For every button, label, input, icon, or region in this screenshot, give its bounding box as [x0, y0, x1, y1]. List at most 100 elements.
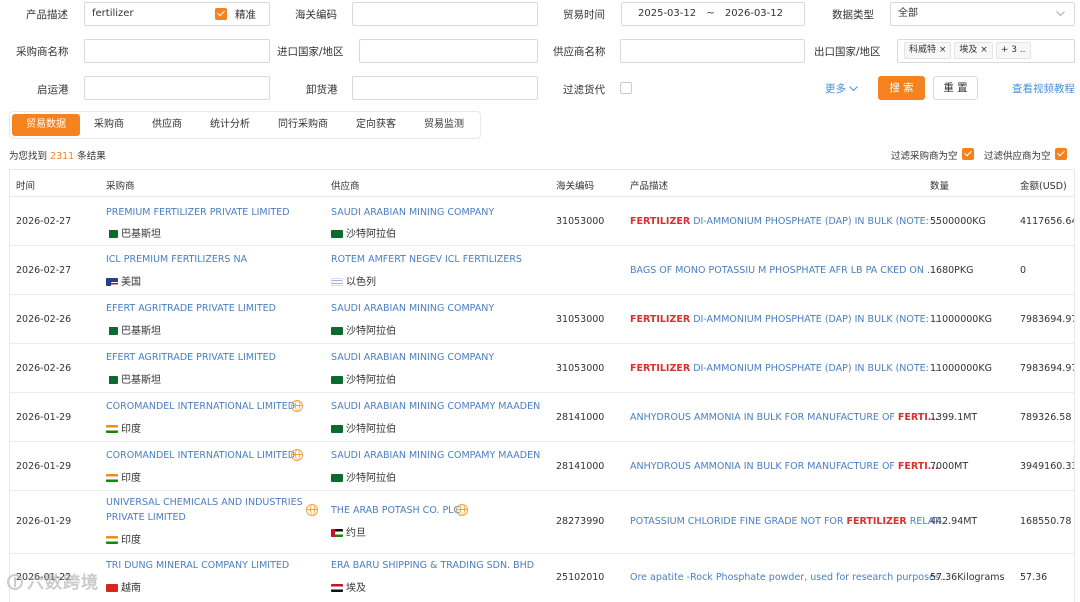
export-country-more-tag[interactable]: + 3 .. [995, 41, 1031, 59]
table-row[interactable]: 2026-01-22 TRI DUNG MINERAL COMPANY LIMI… [10, 555, 1074, 602]
tab-statistics[interactable]: 统计分析 [196, 114, 264, 136]
table-row[interactable]: 2026-02-26 EFERT AGRITRADE PRIVATE LIMIT… [10, 296, 1074, 344]
video-tutorial-link[interactable]: 查看视频教程 [1012, 81, 1075, 96]
buyer-link[interactable]: UNIVERSAL CHEMICALS AND INDUSTRIES [106, 497, 303, 508]
buyer-name-input[interactable] [84, 39, 270, 63]
row-quantity: 442.94MT [930, 516, 978, 527]
buyer-link[interactable]: TRI DUNG MINERAL COMPANY LIMITED [106, 560, 289, 571]
supplier-link[interactable]: SAUDI ARABIAN MINING COMPANY [331, 207, 494, 218]
export-country-select[interactable]: 科威特 × 埃及 × + 3 .. [897, 39, 1075, 63]
product-desc-link[interactable]: FERTILIZER DI-AMMONIUM PHOSPHATE (DAP) I… [630, 314, 941, 325]
saudi-flag-icon [331, 230, 343, 238]
data-type-label: 数据类型 [832, 9, 874, 21]
row-amount: 3949160.33 [1020, 461, 1075, 472]
supplier-link[interactable]: ERA BARU SHIPPING & TRADING SDN. BHD [331, 560, 534, 571]
tab-buyers[interactable]: 采购商 [80, 114, 138, 136]
product-desc-label: 产品描述 [26, 9, 68, 21]
import-country-select[interactable] [359, 39, 538, 63]
website-globe-icon[interactable] [306, 504, 318, 516]
table-row[interactable]: 2026-01-29 COROMANDEL INTERNATIONAL LIMI… [10, 443, 1074, 491]
row-date: 2026-02-27 [16, 265, 72, 276]
supplier-link[interactable]: SAUDI ARABIAN MINING COMPAMY MAADEN [331, 450, 540, 461]
supplier-country: 沙特阿拉伯 [331, 371, 396, 386]
supplier-country: 沙特阿拉伯 [331, 225, 396, 240]
buyer-country-name: 巴基斯坦 [121, 229, 161, 240]
usa-flag-icon [106, 278, 118, 286]
supplier-country-name: 沙特阿拉伯 [346, 229, 396, 240]
tab-trade-data[interactable]: 贸易数据 [12, 114, 80, 136]
buyer-link[interactable]: PREMIUM FERTILIZER PRIVATE LIMITED [106, 207, 290, 218]
date-start: 2025-03-12 [638, 8, 697, 19]
table-row[interactable]: 2026-02-26 EFERT AGRITRADE PRIVATE LIMIT… [10, 345, 1074, 393]
tab-peer-buyers[interactable]: 同行采购商 [264, 114, 342, 136]
product-desc-link[interactable]: POTASSIUM CHLORIDE FINE GRADE NOT FOR FE… [630, 516, 947, 527]
watermark-text: 六数跨境 [27, 573, 99, 593]
buyer-link[interactable]: COROMANDEL INTERNATIONAL LIMITED [106, 401, 295, 412]
product-desc-link[interactable]: BAGS OF MONO POTASSIU M PHOSPHATE AFR LB… [630, 265, 936, 276]
product-desc-link[interactable]: FERTILIZER DI-AMMONIUM PHOSPHATE (DAP) I… [630, 363, 941, 374]
dest-port-label: 卸货港 [306, 84, 338, 96]
origin-port-label: 启运港 [37, 84, 69, 96]
buyer-country: 美国 [106, 273, 141, 288]
hs-code-input[interactable] [352, 2, 538, 26]
table-row[interactable]: 2026-02-27 ICL PREMIUM FERTILIZERS NA 美国… [10, 247, 1074, 295]
row-date: 2026-01-29 [16, 516, 72, 527]
filter-goods-checkbox[interactable] [620, 82, 632, 94]
buyer-link-line2[interactable]: PRIVATE LIMITED [106, 512, 186, 523]
supplier-country-name: 沙特阿拉伯 [346, 473, 396, 484]
tab-suppliers[interactable]: 供应商 [138, 114, 196, 136]
website-globe-icon[interactable] [291, 449, 303, 461]
table-row[interactable]: 2026-01-29 UNIVERSAL CHEMICALS AND INDUS… [10, 492, 1074, 554]
supplier-link[interactable]: SAUDI ARABIAN MINING COMPAMY MAADEN [331, 401, 540, 412]
data-type-select[interactable]: 全部 [890, 2, 1075, 26]
reset-button[interactable]: 重 置 [933, 76, 978, 100]
buyer-link[interactable]: EFERT AGRITRADE PRIVATE LIMITED [106, 303, 276, 314]
buyer-link[interactable]: EFERT AGRITRADE PRIVATE LIMITED [106, 352, 276, 363]
supplier-name-input[interactable] [620, 39, 805, 63]
product-desc-link[interactable]: ANHYDROUS AMMONIA IN BULK FOR MANUFACTUR… [630, 412, 939, 423]
saudi-flag-icon [331, 376, 343, 384]
export-country-tag[interactable]: 科威特 × [904, 41, 952, 59]
row-quantity: 57.36Kilograms [930, 572, 1005, 583]
product-desc-link[interactable]: Ore apatite -Rock Phosphate powder, used… [630, 572, 949, 583]
website-globe-icon[interactable] [456, 504, 468, 516]
desc-text: DI-AMMONIUM PHOSPHATE (DAP) IN BULK (NOT… [690, 363, 941, 374]
buyer-country: 印度 [106, 531, 141, 546]
website-globe-icon[interactable] [291, 400, 303, 412]
origin-port-input[interactable] [84, 76, 270, 100]
date-separator: ~ [706, 8, 715, 19]
result-tabs: 贸易数据 采购商 供应商 统计分析 同行采购商 定向获客 贸易监测 [9, 111, 481, 139]
search-button[interactable]: 搜 索 [878, 76, 925, 100]
desc-text: DI-AMMONIUM PHOSPHATE (DAP) IN BULK (NOT… [690, 314, 941, 325]
india-flag-icon [106, 425, 118, 433]
buyer-link[interactable]: ICL PREMIUM FERTILIZERS NA [106, 254, 247, 265]
desc-text: POTASSIUM CHLORIDE FINE GRADE NOT FOR [630, 516, 847, 527]
buyer-country-name: 巴基斯坦 [121, 326, 161, 337]
supplier-country-name: 埃及 [346, 583, 366, 594]
filter-buyer-empty-checkbox[interactable] [962, 148, 974, 160]
exact-checkbox[interactable] [215, 8, 227, 20]
row-amount: 57.36 [1020, 572, 1048, 583]
tab-targeted-leads[interactable]: 定向获客 [342, 114, 410, 136]
product-desc-link[interactable]: FERTILIZER DI-AMMONIUM PHOSPHATE (DAP) I… [630, 216, 941, 227]
row-amount: 0 [1020, 265, 1027, 276]
filter-supplier-empty-checkbox[interactable] [1055, 148, 1067, 160]
israel-flag-icon [331, 278, 343, 286]
table-row[interactable]: 2026-02-27 PREMIUM FERTILIZER PRIVATE LI… [10, 198, 1074, 246]
table-row[interactable]: 2026-01-29 COROMANDEL INTERNATIONAL LIMI… [10, 394, 1074, 442]
supplier-link[interactable]: ROTEM AMFERT NEGEV ICL FERTILIZERS [331, 254, 522, 265]
buyer-link[interactable]: COROMANDEL INTERNATIONAL LIMITED [106, 450, 295, 461]
table-header: 时间 采购商 供应商 海关编码 产品描述 数量 金额(USD) [10, 170, 1074, 197]
filter-goods-label: 过滤货代 [563, 84, 605, 96]
more-filters-link[interactable]: 更多 [825, 81, 859, 96]
trade-date-range[interactable]: 2025-03-12 ~ 2026-03-12 [621, 2, 805, 26]
supplier-link[interactable]: SAUDI ARABIAN MINING COMPANY [331, 352, 494, 363]
tab-trade-monitor[interactable]: 贸易监测 [410, 114, 478, 136]
col-buyer: 采购商 [106, 181, 135, 192]
supplier-link[interactable]: SAUDI ARABIAN MINING COMPANY [331, 303, 494, 314]
dest-port-input[interactable] [352, 76, 538, 100]
product-desc-link[interactable]: ANHYDROUS AMMONIA IN BULK FOR MANUFACTUR… [630, 461, 939, 472]
supplier-link[interactable]: THE ARAB POTASH CO. PLC [331, 505, 460, 516]
export-country-tag[interactable]: 埃及 × [954, 41, 993, 59]
row-hs-code: 25102010 [556, 572, 605, 583]
